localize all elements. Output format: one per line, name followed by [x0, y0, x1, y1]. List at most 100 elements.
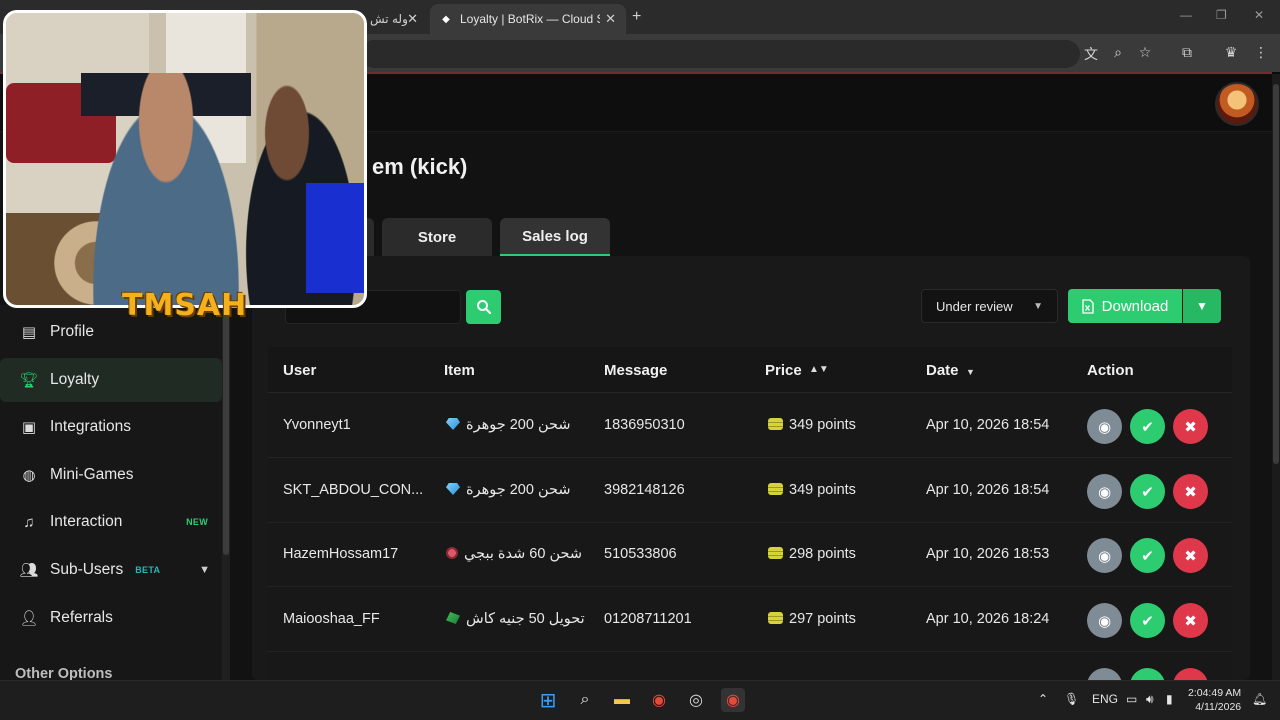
sidebar-item-loyalty[interactable]: 🏆︎ Loyalty [0, 358, 222, 402]
coins-icon [768, 483, 783, 495]
reject-button[interactable]: ✖ [1173, 409, 1208, 444]
sort-desc-icon[interactable]: ▼ [966, 367, 975, 377]
view-button[interactable]: ◉ [1087, 409, 1122, 444]
cell-price: 349 points [768, 417, 856, 433]
profile-icon[interactable]: ♛ [1222, 44, 1240, 61]
gamepad-icon: ◍ [22, 467, 36, 484]
chrome-icon[interactable]: ◉ [647, 688, 671, 712]
language-indicator[interactable]: ENG [1092, 692, 1118, 706]
system-clock[interactable]: 2:04:49 AM 4/11/2026 [1188, 686, 1241, 714]
sidebar-item-interaction[interactable]: ♫ Interaction NEW [0, 500, 222, 544]
close-icon[interactable]: ✕ [605, 11, 616, 27]
id-card-icon: ▤ [21, 324, 37, 341]
column-header-user[interactable]: User [283, 362, 316, 379]
download-options-button[interactable]: ▼ [1183, 289, 1221, 323]
price-value: 349 points [789, 482, 856, 498]
chrome-active-icon[interactable]: ◉ [721, 688, 745, 712]
sidebar-item-referrals[interactable]: 👤︎ Referrals [0, 596, 222, 640]
zoom-icon[interactable]: ⌕ [1109, 44, 1127, 61]
sidebar-item-integrations[interactable]: ▣ Integrations [0, 405, 222, 449]
translate-icon[interactable]: 文 [1082, 44, 1100, 64]
tab-sales-log[interactable]: Sales log [500, 218, 610, 256]
cell-item: تحويل 50 جنيه كاش [446, 611, 585, 627]
maximize-icon[interactable]: ❐ [1216, 8, 1227, 22]
file-explorer-icon[interactable]: ▬ [610, 688, 634, 712]
column-header-item[interactable]: Item [444, 362, 475, 379]
search-button[interactable] [466, 290, 501, 324]
cell-user: Yvonneyt1 [283, 417, 351, 433]
view-button[interactable]: ◉ [1087, 603, 1122, 638]
column-header-message[interactable]: Message [604, 362, 667, 379]
network-icon[interactable]: ▭ [1126, 692, 1137, 706]
approve-button[interactable]: ✔ [1130, 603, 1165, 638]
sidebar-scroll-thumb[interactable] [223, 310, 229, 555]
extensions-icon[interactable]: ⧉ [1178, 44, 1196, 61]
sidebar-item-sub-users[interactable]: 👥︎ Sub-Users BETA ▼ [0, 548, 222, 592]
sidebar-item-label: Sub-Users [50, 561, 124, 578]
view-button[interactable] [1087, 668, 1122, 680]
column-header-date[interactable]: Date [926, 362, 959, 379]
sidebar-item-mini-games[interactable]: ◍ Mini-Games [0, 453, 222, 497]
cell-price: 297 points [768, 611, 856, 627]
browser-tab-inactive[interactable]: جوله تش ✕ [360, 4, 428, 34]
obs-icon[interactable]: ◎ [684, 688, 708, 712]
reject-button[interactable] [1173, 668, 1208, 680]
item-label: شحن 200 جوهرة [466, 482, 571, 498]
approve-button[interactable]: ✔ [1130, 409, 1165, 444]
approve-button[interactable] [1130, 668, 1165, 680]
webcam-streamer [81, 73, 251, 305]
download-button[interactable]: Download [1068, 289, 1182, 323]
window-close-icon[interactable]: ✕ [1254, 8, 1264, 22]
cell-item: شحن 60 شدة ببجي [446, 546, 582, 562]
cell-message: 01208711201 [604, 611, 692, 627]
sales-table: User Item Message Price ▲▼ Date ▼ Action… [268, 347, 1232, 680]
webcam-monitor [306, 183, 364, 293]
sort-both-icon[interactable]: ▲▼ [809, 364, 829, 375]
windows-start-icon[interactable]: ⊞ [536, 688, 560, 712]
url-input[interactable] [360, 40, 1080, 68]
approve-button[interactable]: ✔ [1130, 474, 1165, 509]
reject-button[interactable]: ✖ [1173, 603, 1208, 638]
cell-user: SKT_ABDOU_CON... [283, 482, 424, 498]
notifications-icon[interactable]: 🔔︎ [1252, 692, 1267, 706]
price-value: 297 points [789, 611, 856, 627]
sidebar-item-label: Mini-Games [50, 466, 134, 483]
check-icon: ✔ [1141, 547, 1154, 565]
battery-icon[interactable]: ▮ [1166, 692, 1173, 706]
cell-user: Maiooshaa_FF [283, 611, 380, 627]
minimize-icon[interactable]: — [1180, 8, 1192, 22]
view-button[interactable]: ◉ [1087, 474, 1122, 509]
eye-icon: ◉ [1097, 418, 1112, 436]
search-icon[interactable]: ⌕ [573, 688, 597, 712]
approve-button[interactable]: ✔ [1130, 538, 1165, 573]
reject-button[interactable]: ✖ [1173, 474, 1208, 509]
download-label: Download [1101, 297, 1169, 315]
microphone-icon[interactable]: 🎙︎ [1064, 692, 1079, 706]
view-button[interactable]: ◉ [1087, 538, 1122, 573]
chevron-down-icon[interactable]: ▼ [199, 564, 210, 576]
new-tab-icon[interactable]: + [632, 8, 641, 26]
tray-overflow-icon[interactable]: ⌃ [1038, 692, 1048, 706]
volume-icon[interactable]: 🔊︎ [1146, 692, 1154, 707]
page-scroll-thumb[interactable] [1273, 84, 1279, 464]
menu-icon[interactable]: ⋮ [1252, 44, 1270, 61]
cell-item: شحن 200 جوهرة [446, 417, 571, 433]
status-filter-select[interactable]: Under review ▼ [921, 289, 1058, 323]
bookmark-star-icon[interactable]: ☆ [1136, 44, 1154, 61]
close-icon: ✖ [1184, 418, 1197, 436]
referrals-icon: 👤︎ [19, 610, 39, 627]
sidebar-item-label: Profile [50, 323, 94, 340]
tab-store[interactable]: Store [382, 218, 492, 256]
clock-date: 4/11/2026 [1195, 701, 1242, 713]
browser-tab-active[interactable]: ◆ Loyalty | BotRix — Cloud Stream ✕ [430, 4, 626, 34]
cash-icon [446, 612, 460, 624]
reject-button[interactable]: ✖ [1173, 538, 1208, 573]
check-icon: ✔ [1141, 612, 1154, 630]
item-label: شحن 60 شدة ببجي [464, 546, 582, 562]
coins-icon [768, 418, 783, 430]
column-header-price[interactable]: Price [765, 362, 802, 379]
user-avatar[interactable] [1215, 82, 1259, 126]
close-icon: ✖ [1184, 612, 1197, 630]
close-icon[interactable]: ✕ [407, 11, 418, 27]
tab-title: Loyalty | BotRix — Cloud Stream [460, 12, 600, 26]
